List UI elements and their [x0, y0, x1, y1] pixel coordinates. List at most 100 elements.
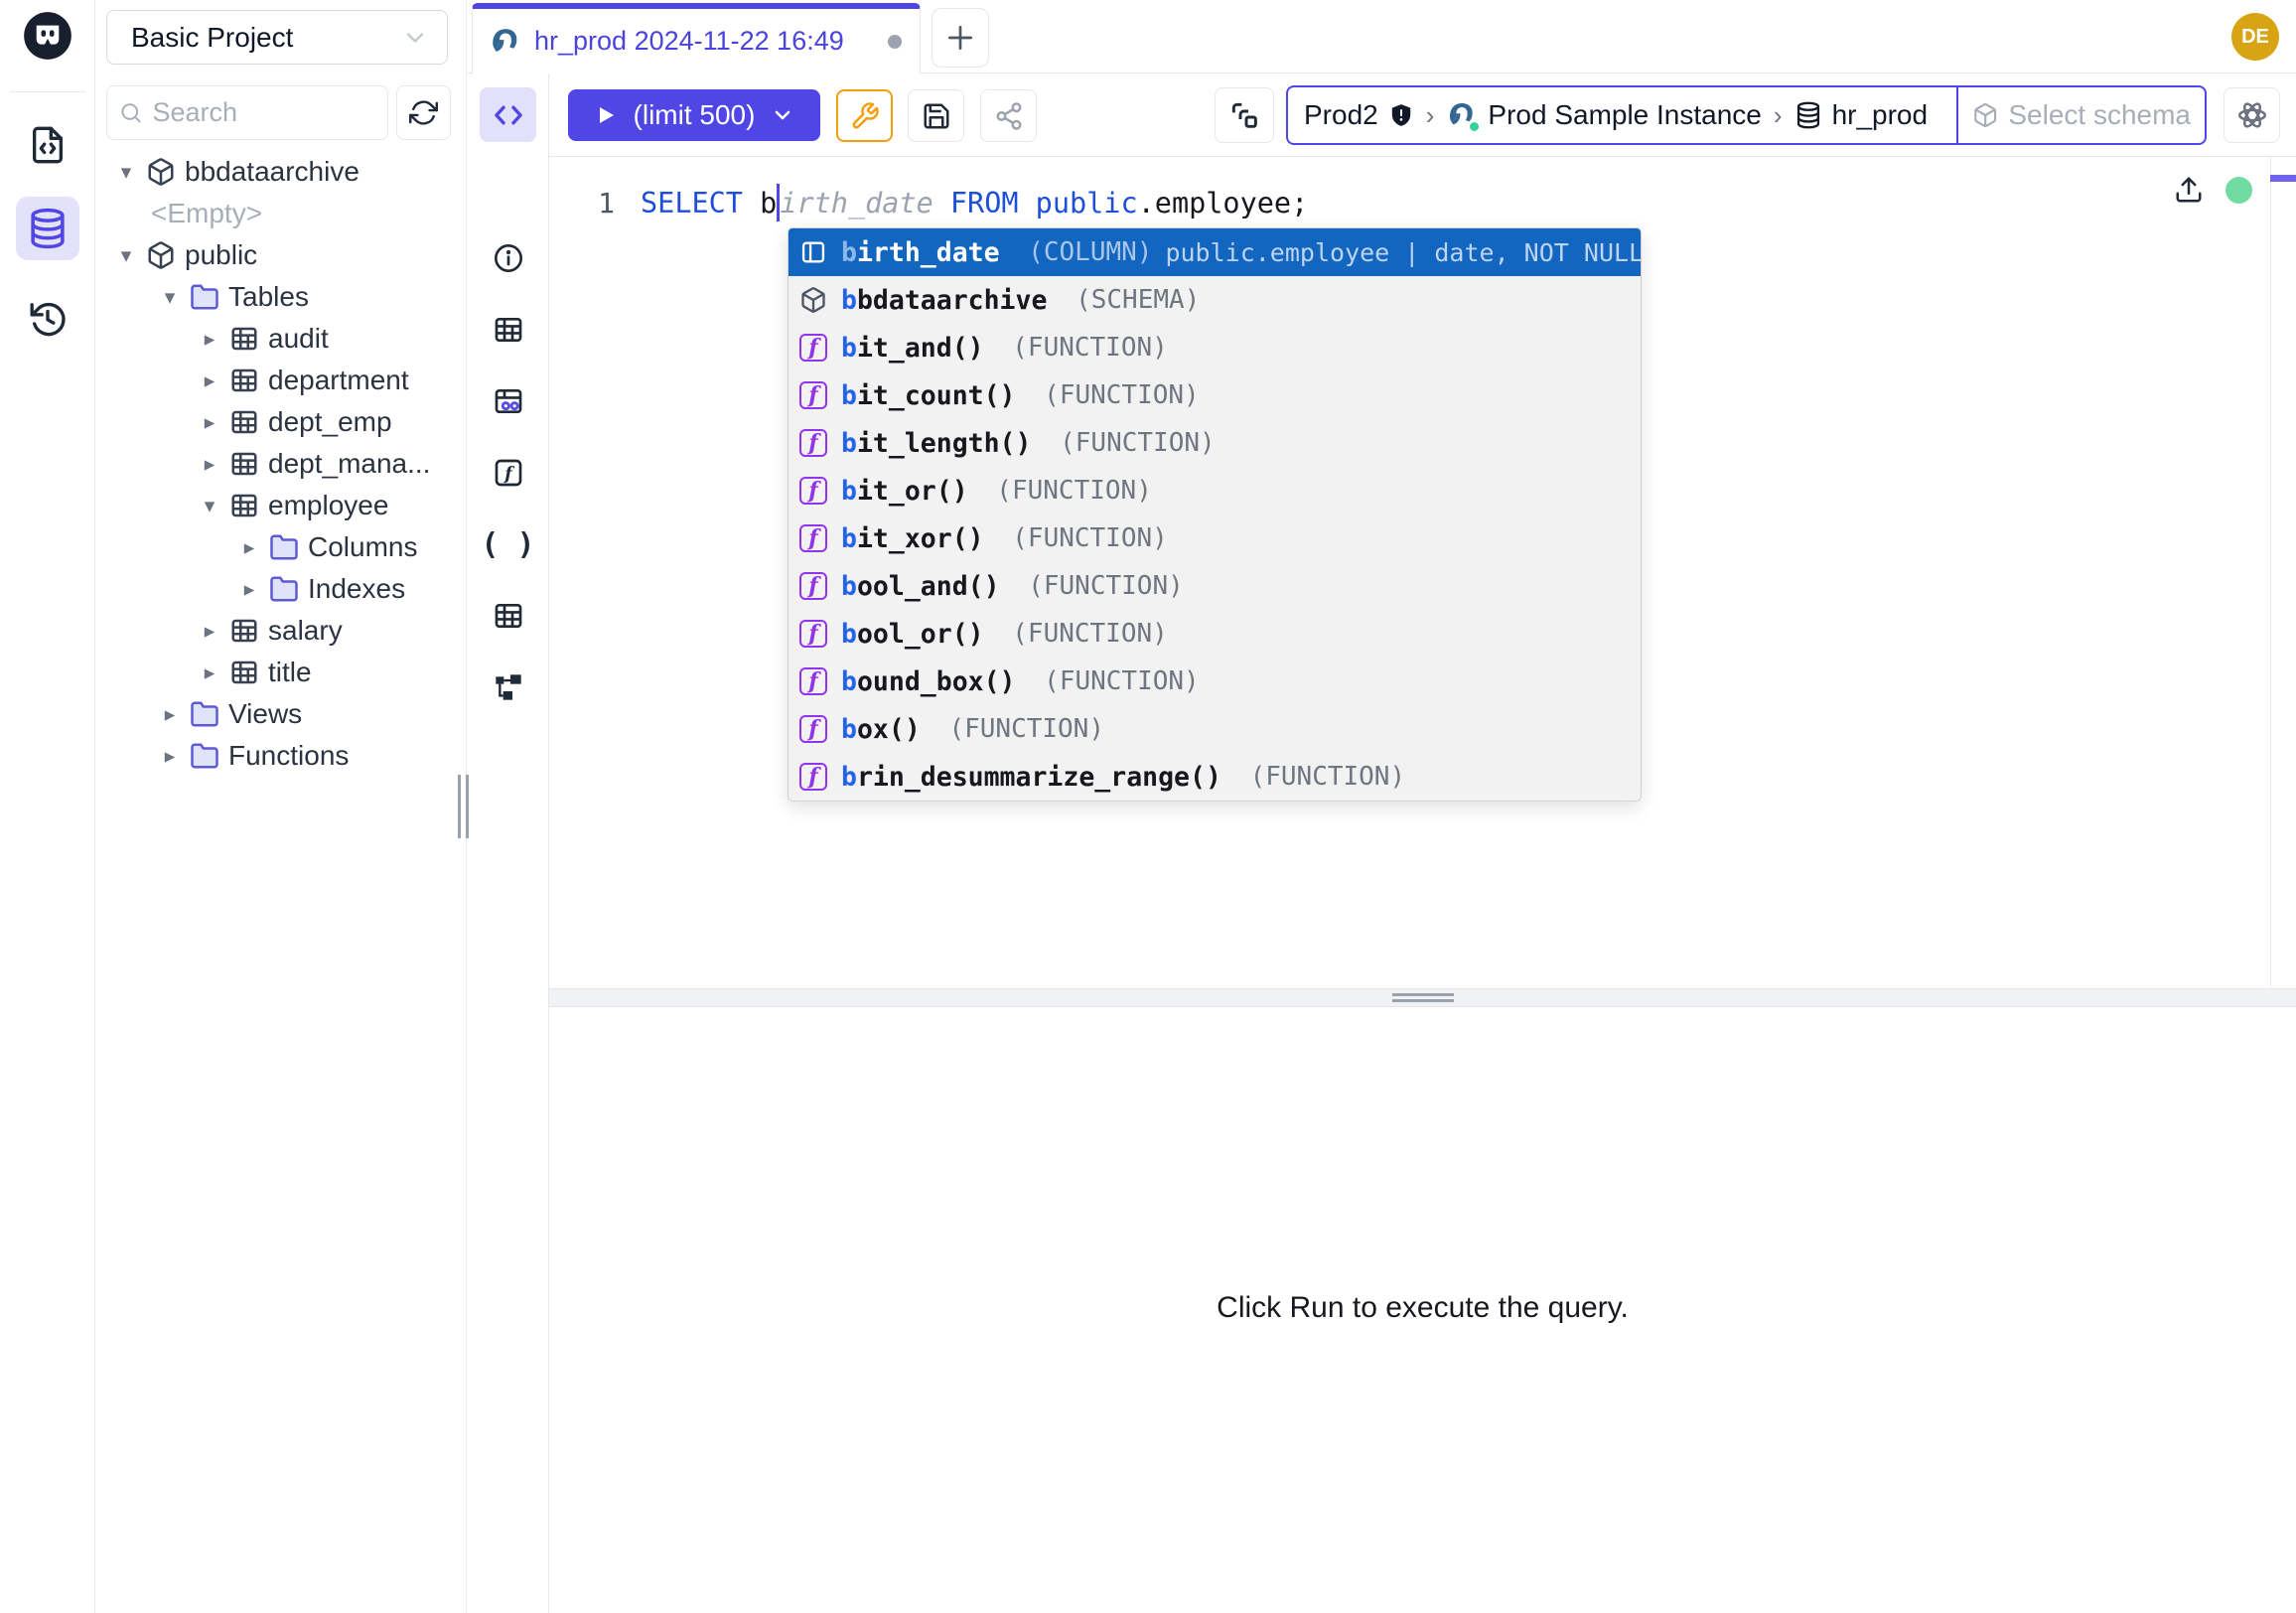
- function-icon: f: [798, 571, 828, 601]
- search-input[interactable]: [153, 97, 376, 128]
- autocomplete-item-bbdataarchive[interactable]: bbdataarchive (SCHEMA): [789, 276, 1641, 324]
- tree-item-columns-folder[interactable]: ▸ Columns: [95, 526, 467, 568]
- app-icon-rail: [0, 0, 95, 1613]
- autocomplete-item-bit_xor[interactable]: f bit_xor() (FUNCTION): [789, 514, 1641, 562]
- sql-keyword: FROM: [933, 187, 1036, 220]
- autocomplete-item-bool_or[interactable]: f bool_or() (FUNCTION): [789, 610, 1641, 658]
- caret-right-icon[interactable]: ▸: [199, 327, 220, 352]
- instance-status-dot: [1468, 120, 1481, 133]
- ai-assistant-button[interactable]: [2224, 87, 2280, 143]
- functions-panel-button[interactable]: f: [467, 451, 549, 495]
- caret-right-icon[interactable]: ▸: [238, 577, 260, 602]
- caret-right-icon[interactable]: ▸: [199, 619, 220, 644]
- tree-item-schema-bbdataarchive[interactable]: ▾ bbdataarchive: [95, 151, 467, 193]
- wrench-icon: [850, 101, 880, 131]
- rail-divider: [10, 91, 85, 92]
- caret-right-icon[interactable]: ▸: [199, 660, 220, 685]
- autocomplete-item-birth_date[interactable]: birth_date (COLUMN) public.employee | da…: [789, 228, 1641, 276]
- code-line-1: 1 SELECT b irth_date FROM public . emplo…: [549, 183, 1308, 222]
- tree-item-table-department[interactable]: ▸ department: [95, 360, 467, 401]
- nav-worksheet-button[interactable]: [16, 113, 79, 177]
- tree-item-table-dept_manager[interactable]: ▸ dept_mana...: [95, 443, 467, 485]
- caret-down-icon[interactable]: ▾: [199, 494, 220, 518]
- save-button[interactable]: [908, 89, 964, 142]
- tree-item-label: bbdataarchive: [185, 156, 359, 188]
- autocomplete-item-bit_length[interactable]: f bit_length() (FUNCTION): [789, 419, 1641, 467]
- sql-typed-text: b: [760, 187, 777, 220]
- caret-right-icon[interactable]: ▸: [199, 368, 220, 393]
- views-panel-button[interactable]: [467, 379, 549, 423]
- tree-item-table-dept_emp[interactable]: ▸ dept_emp: [95, 401, 467, 443]
- file-code-icon: [28, 125, 68, 165]
- schema-diagram-button[interactable]: [467, 665, 549, 709]
- schema-selector-placeholder: Select schema: [2008, 99, 2191, 131]
- new-tab-button[interactable]: [932, 8, 989, 68]
- caret-right-icon[interactable]: ▸: [238, 535, 260, 560]
- share-button[interactable]: [980, 89, 1037, 142]
- tree-item-tables-folder[interactable]: ▾ Tables: [95, 276, 467, 318]
- caret-down-icon[interactable]: ▾: [115, 243, 137, 268]
- autocomplete-item-brin_desummarize_range[interactable]: f brin_desummarize_range() (FUNCTION): [789, 753, 1641, 801]
- caret-right-icon[interactable]: ▸: [199, 410, 220, 435]
- bytebase-logo[interactable]: [22, 10, 73, 62]
- sidebar-resize-handle[interactable]: [455, 775, 471, 838]
- chevron-down-icon: [401, 24, 429, 52]
- autocomplete-item-bit_count[interactable]: f bit_count() (FUNCTION): [789, 371, 1641, 419]
- tree-item-functions-folder[interactable]: ▸ Functions: [95, 735, 467, 777]
- table-icon: [229, 366, 259, 395]
- tree-item-table-employee[interactable]: ▾ employee: [95, 485, 467, 526]
- editor-ready-dot: [2225, 177, 2252, 204]
- autocomplete-item-bool_and[interactable]: f bool_and() (FUNCTION): [789, 562, 1641, 610]
- tree-item-schema-public[interactable]: ▾ public: [95, 234, 467, 276]
- function-icon: f: [798, 714, 828, 744]
- autocomplete-item-box[interactable]: f box() (FUNCTION): [789, 705, 1641, 753]
- project-selector[interactable]: Basic Project: [106, 10, 448, 65]
- tables-panel-button[interactable]: [467, 308, 549, 352]
- procedures-panel-button[interactable]: ( ): [467, 522, 549, 566]
- table-icon: [229, 324, 259, 354]
- nav-databases-button[interactable]: [16, 197, 79, 260]
- divider-grip: [1392, 993, 1454, 1005]
- tree-item-views-folder[interactable]: ▸ Views: [95, 693, 467, 735]
- function-icon: f: [798, 333, 828, 363]
- unsaved-indicator-dot: [888, 35, 902, 49]
- inline-completion-ghost-text: irth_date: [780, 187, 933, 220]
- caret-down-icon[interactable]: ▾: [159, 285, 181, 310]
- connection-panel-button[interactable]: [1215, 87, 1274, 143]
- sql-editor[interactable]: 1 SELECT b irth_date FROM public . emplo…: [549, 157, 2296, 988]
- user-avatar[interactable]: DE: [2231, 13, 2279, 61]
- diagram-icon: [493, 671, 524, 703]
- tree-item-table-salary[interactable]: ▸ salary: [95, 610, 467, 652]
- caret-right-icon[interactable]: ▸: [159, 702, 181, 727]
- caret-right-icon[interactable]: ▸: [199, 452, 220, 477]
- schema-selector[interactable]: Select schema: [1956, 87, 2205, 143]
- instance-name: Prod Sample Instance: [1488, 99, 1762, 131]
- code-mode-button[interactable]: [480, 87, 536, 142]
- caret-right-icon[interactable]: ▸: [159, 744, 181, 769]
- nav-history-button[interactable]: [16, 287, 79, 351]
- autocomplete-item-bit_or[interactable]: f bit_or() (FUNCTION): [789, 467, 1641, 514]
- play-icon: [594, 103, 618, 127]
- autocomplete-item-bit_and[interactable]: f bit_and() (FUNCTION): [789, 324, 1641, 371]
- info-panel-button[interactable]: [467, 236, 549, 280]
- editor-results-divider[interactable]: [549, 988, 2296, 1007]
- main-area: hr_prod 2024-11-22 16:49 DE: [467, 0, 2296, 1613]
- tab-strip: hr_prod 2024-11-22 16:49 DE: [467, 0, 2296, 73]
- schema-icon: [146, 157, 176, 187]
- tree-item-indexes-folder[interactable]: ▸ Indexes: [95, 568, 467, 610]
- tree-item-table-title[interactable]: ▸ title: [95, 652, 467, 693]
- overview-ruler[interactable]: [2270, 157, 2296, 988]
- run-query-button[interactable]: (limit 500): [568, 89, 820, 141]
- tree-item-label: Indexes: [308, 573, 405, 605]
- upload-sql-button[interactable]: [2174, 175, 2204, 205]
- refresh-button[interactable]: [396, 85, 451, 140]
- autocomplete-item-bound_box[interactable]: f bound_box() (FUNCTION): [789, 658, 1641, 705]
- schema-icon: [146, 240, 176, 270]
- connection-context[interactable]: Prod2 › Prod Sample Instance ›: [1288, 87, 1956, 143]
- worksheet-tab[interactable]: hr_prod 2024-11-22 16:49: [472, 3, 921, 73]
- format-sql-button[interactable]: [836, 89, 893, 142]
- caret-down-icon[interactable]: ▾: [115, 160, 137, 185]
- environment-name: Prod2: [1304, 99, 1378, 131]
- sequences-panel-button[interactable]: [467, 594, 549, 638]
- tree-item-table-audit[interactable]: ▸ audit: [95, 318, 467, 360]
